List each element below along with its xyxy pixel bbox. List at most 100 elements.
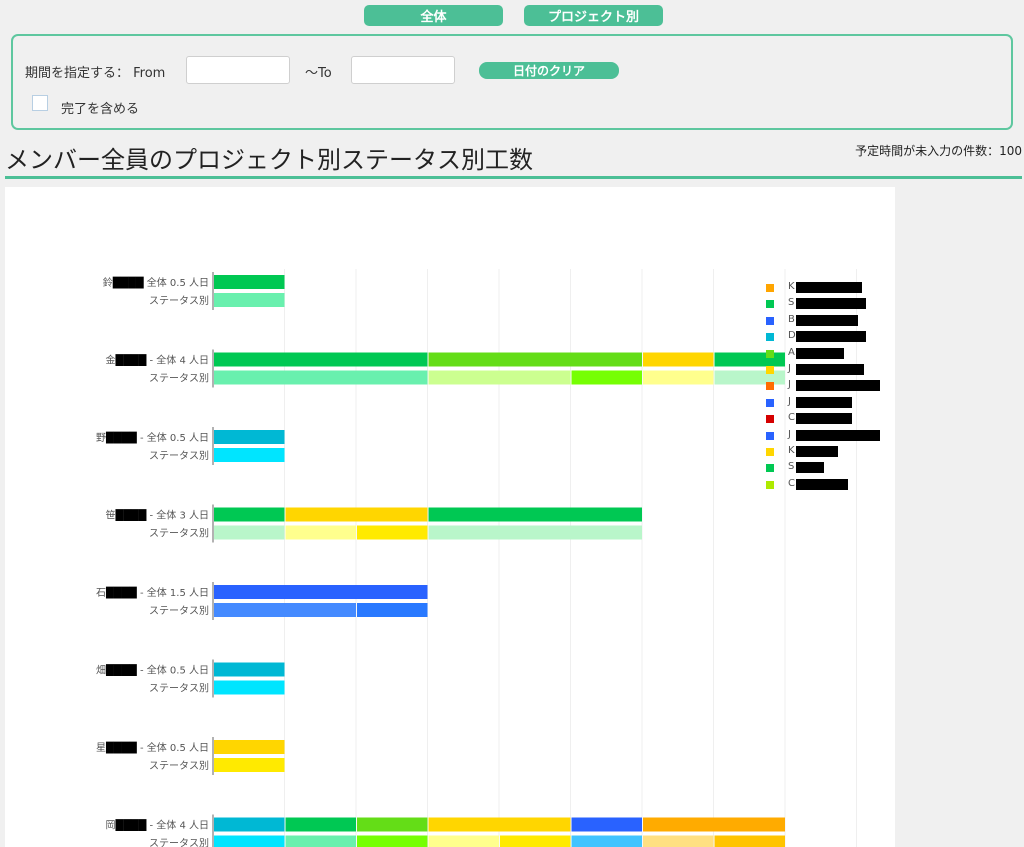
status-bar-segment — [500, 835, 571, 847]
redaction-block: ████ — [105, 664, 140, 677]
project-bar-segment — [214, 275, 285, 289]
status-bar-segment — [214, 603, 356, 617]
project-bar-segment — [571, 817, 642, 832]
legend-label: K — [788, 281, 795, 292]
legend-label: J — [788, 428, 791, 440]
legend-label: S — [788, 461, 795, 473]
redaction-block — [796, 429, 880, 441]
redaction-block: ████ — [112, 276, 147, 289]
legend-swatch — [766, 398, 774, 407]
member-name: 畑 — [96, 664, 106, 677]
status-bar-segment — [357, 835, 428, 847]
project-bar-segment — [643, 352, 714, 367]
project-bar-segment — [357, 817, 428, 832]
legend-item: D — [766, 330, 895, 345]
legend-item: J — [766, 395, 895, 411]
legend-swatch — [766, 300, 774, 309]
legend-item: S — [766, 461, 895, 476]
project-bar-segment — [643, 817, 785, 832]
member-total-label: 畑████ - 全体 0.5 人日 — [96, 664, 209, 677]
legend-swatch — [766, 284, 774, 292]
legend-swatch — [766, 349, 774, 358]
status-bar-segment — [285, 525, 356, 540]
period-label: 期間を指定する： From — [25, 66, 166, 81]
status-bar-segment — [714, 835, 785, 847]
legend-label: S — [788, 297, 795, 309]
legend-label: B — [788, 313, 795, 325]
title-divider — [5, 176, 1022, 179]
legend-item: C — [766, 477, 895, 493]
status-row-label: ステータス別 — [149, 528, 209, 540]
legend-label: J — [788, 379, 791, 391]
redaction-block — [796, 446, 838, 457]
page-title: メンバー全員のプロジェクト別ステータス別工数 — [5, 147, 533, 174]
status-bar-segment — [428, 525, 642, 540]
redaction-block — [796, 314, 858, 326]
status-row-label: ステータス別 — [149, 295, 209, 307]
member-total-label: 星████ - 全体 0.5 人日 — [96, 741, 209, 754]
project-bar-segment — [214, 430, 285, 444]
member-name: 石 — [96, 588, 106, 599]
legend-swatch — [766, 333, 774, 342]
from-date-input[interactable] — [186, 56, 290, 84]
member-name: 金 — [106, 354, 116, 367]
redaction-block — [796, 282, 862, 293]
member-total-text: 全体 0.5 人日 — [147, 276, 209, 289]
status-bar-segment — [428, 835, 499, 847]
project-bar-segment — [214, 740, 285, 754]
status-bar-segment — [214, 370, 428, 385]
legend-swatch — [766, 415, 774, 424]
status-row-label: ステータス別 — [149, 838, 209, 847]
clear-dates-button[interactable]: 日付のクリア — [479, 62, 619, 79]
status-bar-segment — [571, 835, 642, 847]
status-bar-segment — [643, 370, 714, 385]
legend-swatch — [766, 448, 774, 456]
status-bar-segment — [357, 603, 428, 617]
tab-all[interactable]: 全体 — [364, 5, 503, 26]
member-total-text: - 全体 1.5 人日 — [140, 586, 209, 599]
status-bar-segment — [571, 370, 642, 385]
legend-label: J — [788, 395, 791, 407]
project-bar-segment — [214, 662, 285, 677]
redaction-block — [796, 364, 864, 375]
legend-swatch — [766, 382, 774, 391]
project-bar-segment — [428, 507, 642, 522]
member-total-text: - 全体 0.5 人日 — [140, 431, 209, 444]
tab-by-project[interactable]: プロジェクト別 — [524, 5, 663, 26]
effort-chart: 鈴████ 全体 0.5 人日ステータス別金████ - 全体 4 人日ステータ… — [96, 269, 857, 847]
legend-swatch — [766, 464, 774, 473]
legend-item: S — [766, 297, 895, 312]
member-name: 鈴 — [103, 276, 113, 289]
legend-label: A — [788, 346, 795, 358]
status-bar-segment — [214, 293, 285, 307]
member-total-label: 石████ - 全体 1.5 人日 — [96, 586, 209, 599]
project-bar-segment — [428, 817, 571, 832]
legend-item: J — [766, 379, 895, 394]
chart-panel: 鈴████ 全体 0.5 人日 ステータス別 金████ - 全体 4 人日 ステータ… — [5, 187, 895, 847]
to-date-input[interactable] — [351, 56, 455, 84]
status-bar-segment — [214, 525, 285, 540]
member-name: 野 — [96, 432, 106, 444]
status-row-label: ステータス別 — [149, 450, 209, 462]
legend-label: C — [788, 477, 795, 489]
status-bar-segment — [357, 525, 428, 540]
to-label: ～To — [305, 66, 332, 81]
project-bar-segment — [214, 585, 428, 599]
legend-item: K — [766, 281, 895, 296]
project-bar-segment — [214, 507, 285, 522]
legend-swatch — [766, 316, 774, 325]
member-name: 笹 — [106, 509, 116, 522]
project-bar-segment — [285, 507, 428, 522]
include-completed-checkbox[interactable] — [32, 95, 48, 111]
legend-item: A — [766, 346, 895, 362]
status-row-label: ステータス別 — [149, 605, 209, 617]
legend-swatch — [766, 480, 774, 489]
legend-item: K — [766, 445, 895, 460]
redaction-block — [796, 413, 852, 425]
include-completed-label: 完了を含める — [61, 102, 140, 117]
member-total-label: 笹████ - 全体 3 人日 — [106, 509, 209, 522]
status-bar-segment — [643, 835, 714, 847]
project-bar-segment — [428, 352, 642, 367]
member-total-label: 鈴████ 全体 0.5 人日 — [103, 276, 209, 289]
legend-label: K — [788, 445, 795, 456]
